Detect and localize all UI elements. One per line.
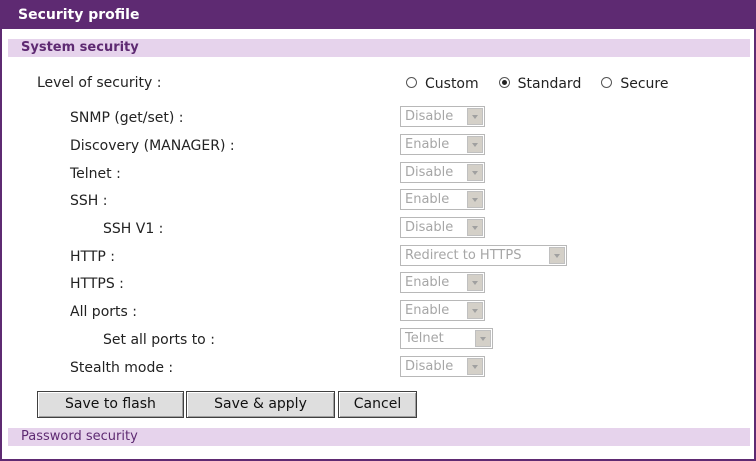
ssh-select[interactable]: Enable <box>400 189 485 210</box>
chevron-down-icon[interactable] <box>549 247 565 264</box>
chevron-down-icon[interactable] <box>467 219 483 236</box>
stealth-mode-select[interactable]: Disable <box>400 356 485 377</box>
radio-standard-label: Standard <box>517 76 582 92</box>
https-select[interactable]: Enable <box>400 272 485 293</box>
security-level-radio-group: Custom Standard Secure <box>406 73 688 95</box>
radio-custom[interactable]: Custom <box>406 76 479 92</box>
chevron-down-icon[interactable] <box>467 302 483 319</box>
radio-standard[interactable]: Standard <box>498 76 582 92</box>
snmp-select[interactable]: Disable <box>400 106 485 127</box>
radio-button-custom[interactable] <box>406 76 417 88</box>
ssh-select-value: Enable <box>405 192 450 207</box>
ssh-label: SSH : <box>70 193 108 209</box>
set-all-ports-select-value: Telnet <box>405 331 444 346</box>
chevron-down-icon[interactable] <box>467 191 483 208</box>
radio-secure[interactable]: Secure <box>601 76 668 92</box>
chevron-down-icon[interactable] <box>467 108 483 125</box>
https-select-value: Enable <box>405 275 450 290</box>
https-label: HTTPS : <box>70 276 124 292</box>
set-all-ports-label: Set all ports to : <box>103 332 215 348</box>
chevron-down-icon[interactable] <box>467 274 483 291</box>
save-and-apply-button[interactable]: Save & apply <box>186 391 335 418</box>
level-of-security-label: Level of security : <box>37 75 162 91</box>
snmp-label: SNMP (get/set) : <box>70 110 184 126</box>
all-ports-label: All ports : <box>70 304 137 320</box>
chevron-down-icon[interactable] <box>467 358 483 375</box>
discovery-label: Discovery (MANAGER) : <box>70 138 235 154</box>
cancel-button[interactable]: Cancel <box>338 391 417 418</box>
all-ports-select-value: Enable <box>405 303 450 318</box>
http-select-value: Redirect to HTTPS <box>405 248 522 263</box>
ssh-v1-label: SSH V1 : <box>103 221 164 237</box>
telnet-label: Telnet : <box>70 166 121 182</box>
chevron-down-icon[interactable] <box>467 136 483 153</box>
snmp-select-value: Disable <box>405 109 454 124</box>
telnet-select-value: Disable <box>405 165 454 180</box>
telnet-select[interactable]: Disable <box>400 162 485 183</box>
panel-title: Security profile <box>2 2 754 29</box>
http-select[interactable]: Redirect to HTTPS <box>400 245 567 266</box>
chevron-down-icon[interactable] <box>475 330 491 347</box>
radio-secure-label: Secure <box>620 76 669 92</box>
save-to-flash-button[interactable]: Save to flash <box>37 391 184 418</box>
stealth-mode-label: Stealth mode : <box>70 360 174 376</box>
discovery-select-value: Enable <box>405 137 450 152</box>
system-security-header[interactable]: System security <box>8 39 750 57</box>
radio-button-standard[interactable] <box>498 76 510 88</box>
password-security-header[interactable]: Password security <box>8 428 750 446</box>
stealth-mode-select-value: Disable <box>405 359 454 374</box>
discovery-select[interactable]: Enable <box>400 134 485 155</box>
chevron-down-icon[interactable] <box>467 164 483 181</box>
all-ports-select[interactable]: Enable <box>400 300 485 321</box>
radio-custom-label: Custom <box>425 76 479 92</box>
ssh-v1-select[interactable]: Disable <box>400 217 485 238</box>
security-profile-panel: Security profile System security Level o… <box>0 0 756 461</box>
set-all-ports-select[interactable]: Telnet <box>400 328 493 349</box>
ssh-v1-select-value: Disable <box>405 220 454 235</box>
http-label: HTTP : <box>70 249 115 265</box>
radio-button-secure[interactable] <box>601 76 613 88</box>
